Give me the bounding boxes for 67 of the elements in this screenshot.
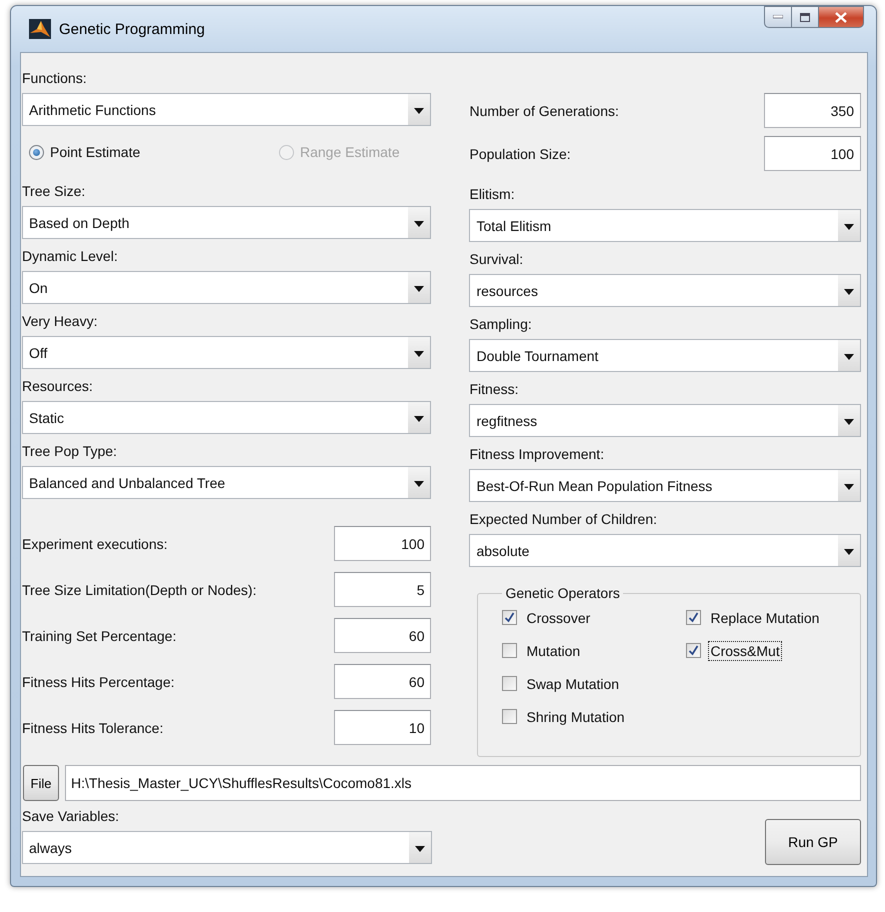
file-path-field[interactable]: H:\Thesis_Master_UCY\ShufflesResults\Cocomo81.xls (65, 765, 861, 801)
number-field[interactable]: 10 (334, 710, 432, 745)
field-label: Resources: (22, 377, 94, 396)
field-label: Fitness Improvement: (469, 445, 606, 464)
maximize-button[interactable] (792, 6, 819, 28)
field-label: Tree Size: (22, 182, 86, 201)
dropdown[interactable]: Static (22, 401, 432, 434)
checkbox[interactable] (686, 610, 702, 625)
field-label: Tree Pop Type: (22, 442, 118, 461)
field-label: Fitness: (469, 380, 520, 399)
field-label: Survival: (469, 250, 524, 269)
field-label: Population Size: (469, 146, 571, 162)
number-field[interactable]: 5 (334, 572, 432, 607)
run-button[interactable]: Run GP (765, 819, 861, 865)
field-label: Dynamic Level: (22, 247, 119, 266)
checkbox[interactable] (502, 676, 518, 691)
checkbox-label: Swap Mutation (525, 674, 620, 692)
dropdown[interactable]: regfitness (469, 404, 861, 437)
field-label: Fitness Hits Percentage: (22, 674, 175, 690)
number-field[interactable]: 350 (764, 93, 861, 128)
checkbox[interactable] (502, 643, 518, 658)
field-label: Experiment executions: (22, 536, 168, 552)
dropdown[interactable]: On (22, 271, 432, 304)
checkbox-label: Mutation (525, 642, 582, 660)
checkbox-label: Crossover (525, 608, 592, 626)
checkbox-label: Cross&Mut (709, 642, 781, 660)
field-label: Sampling: (469, 315, 533, 334)
radio-button[interactable] (29, 144, 44, 160)
field-label: Save Variables: (22, 807, 120, 826)
dropdown[interactable]: resources (469, 274, 861, 307)
field-label: Expected Number of Children: (469, 510, 658, 529)
dropdown[interactable]: Balanced and Unbalanced Tree (22, 466, 432, 499)
maximize-icon (800, 12, 810, 22)
checkbox[interactable] (502, 610, 518, 625)
field-label: Training Set Percentage: (22, 628, 176, 644)
field-label: Fitness Hits Tolerance: (22, 720, 164, 736)
minimize-button[interactable] (764, 6, 792, 28)
field-label: Number of Generations: (469, 102, 619, 118)
number-field[interactable]: 100 (764, 136, 861, 171)
checkbox-label: Replace Mutation (709, 608, 820, 626)
minimize-icon (773, 15, 783, 19)
dropdown[interactable]: Arithmetic Functions (22, 93, 432, 126)
checkbox[interactable] (686, 643, 702, 658)
dropdown[interactable]: Total Elitism (469, 209, 861, 242)
radio-label: Point Estimate (50, 144, 140, 160)
dropdown[interactable]: Best-Of-Run Mean Population Fitness (469, 469, 861, 502)
checkbox[interactable] (502, 709, 518, 724)
number-field[interactable]: 60 (334, 618, 432, 653)
field-label: Tree Size Limitation(Depth or Nodes): (22, 582, 256, 598)
field-label: Very Heavy: (22, 312, 98, 331)
field-label: Functions: (22, 69, 88, 88)
dropdown[interactable]: Double Tournament (469, 339, 861, 372)
close-button[interactable] (819, 6, 864, 28)
dropdown[interactable]: Based on Depth (22, 206, 432, 239)
close-icon (835, 12, 847, 22)
group-title: Genetic Operators (504, 585, 621, 601)
window-title: Genetic Programming (59, 20, 206, 38)
field-label: Elitism: (469, 185, 516, 204)
number-field[interactable]: 60 (334, 664, 432, 699)
radio-label: Range Estimate (300, 144, 400, 160)
checkbox-label: Shring Mutation (525, 708, 626, 726)
dropdown[interactable]: absolute (469, 534, 861, 567)
dropdown[interactable]: Off (22, 336, 432, 369)
file-button[interactable]: File (23, 765, 59, 801)
peak-icon (29, 19, 51, 39)
number-field[interactable]: 100 (334, 526, 432, 561)
dropdown[interactable]: always (22, 831, 432, 864)
